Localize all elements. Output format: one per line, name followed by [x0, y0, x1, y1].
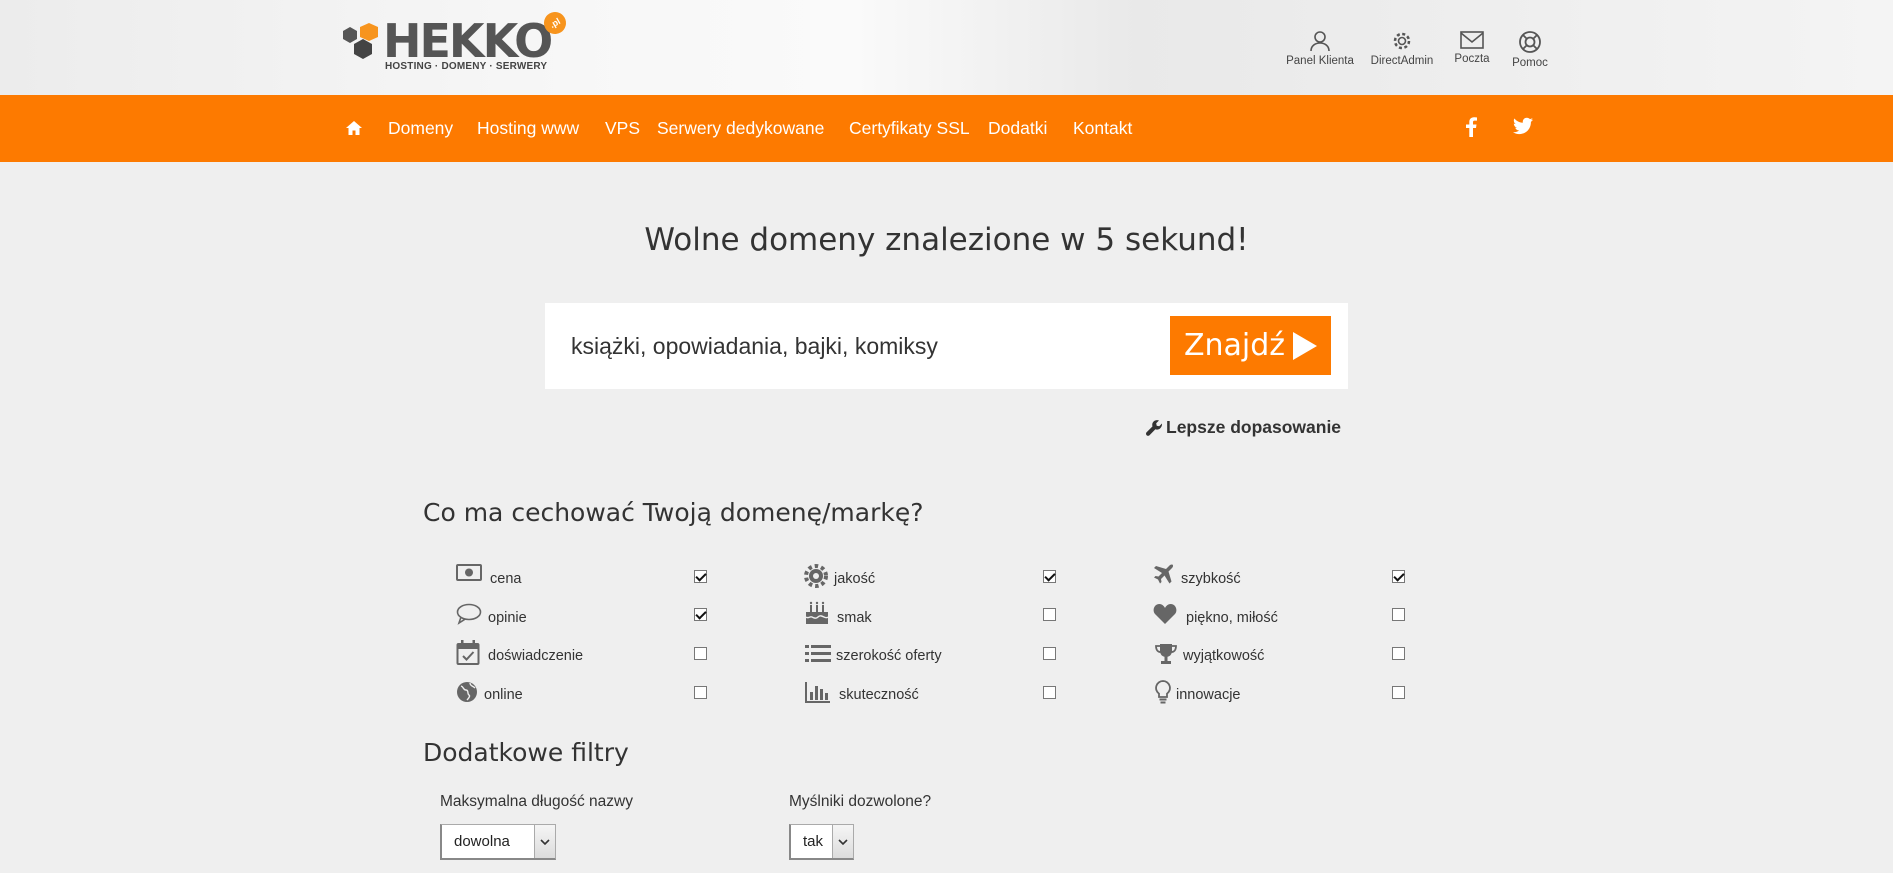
pomoc-link[interactable]: Pomoc — [1510, 30, 1550, 75]
feature-checkbox-online[interactable] — [694, 686, 707, 699]
feature-label-piekno: piękno, miłość — [1186, 610, 1278, 626]
feature-label-innowacje: innowacje — [1176, 687, 1241, 703]
feature-checkbox-innowacje[interactable] — [1392, 686, 1405, 699]
feature-label-doswiadczenie: doświadczenie — [488, 648, 584, 664]
home-icon — [346, 120, 362, 135]
search-button-label: Znajdź — [1183, 328, 1286, 363]
feature-label-cena: cena — [490, 571, 522, 587]
banknote-icon — [456, 563, 482, 589]
facebook-icon — [1466, 117, 1477, 137]
feature-label-szerokosc: szerokość oferty — [836, 648, 942, 664]
max-length-select[interactable]: dowolna — [440, 824, 556, 860]
nav-hosting[interactable]: Hosting www — [477, 95, 579, 162]
domain-search-box: Znajdź — [545, 303, 1348, 389]
trophy-icon — [1154, 643, 1180, 669]
better-match-label: Lepsze dopasowanie — [1166, 417, 1342, 437]
feature-checkbox-jakosc[interactable] — [1043, 570, 1056, 583]
search-button[interactable]: Znajdź — [1170, 316, 1331, 375]
nav-vps[interactable]: VPS — [605, 95, 640, 162]
plane-icon — [1153, 564, 1179, 590]
features-title: Co ma cechować Twoją domenę/markę? — [423, 498, 924, 527]
feature-checkbox-szybkosc[interactable] — [1392, 570, 1405, 583]
feature-label-smak: smak — [837, 610, 872, 626]
util-label: Poczta — [1454, 53, 1490, 65]
feature-label-szybkosc: szybkość — [1181, 571, 1241, 587]
nav-kontakt[interactable]: Kontakt — [1073, 95, 1132, 162]
feature-checkbox-piekno[interactable] — [1392, 608, 1405, 621]
domain-search-input[interactable] — [571, 323, 1151, 369]
util-label: DirectAdmin — [1370, 55, 1434, 67]
feature-checkbox-smak[interactable] — [1043, 608, 1056, 621]
chevron-down-icon — [534, 825, 555, 858]
directadmin-link[interactable]: DirectAdmin — [1367, 30, 1437, 75]
nav-ssl[interactable]: Certyfikaty SSL — [849, 95, 970, 162]
hero-title: Wolne domeny znalezione w 5 sekund! — [644, 222, 1249, 258]
poczta-link[interactable]: Poczta — [1452, 30, 1492, 75]
feature-label-wyjatkowosc: wyjątkowość — [1183, 648, 1265, 664]
heart-icon — [1153, 603, 1179, 629]
better-match-link[interactable]: Lepsze dopasowanie — [1146, 417, 1341, 438]
list-icon — [805, 644, 831, 670]
gear-icon — [1393, 32, 1411, 50]
max-length-label: Maksymalna długość nazwy — [440, 793, 633, 810]
feature-label-skutecznosc: skuteczność — [839, 687, 919, 703]
top-header: HEKKO .pl HOSTING · DOMENY · SERWERY Pan… — [0, 0, 1893, 95]
panel-klienta-link[interactable]: Panel Klienta — [1283, 30, 1357, 75]
brand-name: HEKKO — [383, 14, 553, 68]
hekko-logo[interactable]: HEKKO .pl HOSTING · DOMENY · SERWERY — [334, 7, 571, 72]
calendar-check-icon — [456, 640, 482, 666]
feature-label-opinie: opinie — [488, 610, 527, 626]
facebook-link[interactable] — [1465, 117, 1477, 142]
util-label: Panel Klienta — [1286, 55, 1354, 67]
feature-label-jakosc: jakość — [834, 571, 876, 587]
feature-checkbox-doswiadczenie[interactable] — [694, 647, 707, 660]
feature-checkbox-cena[interactable] — [694, 570, 707, 583]
nav-domeny[interactable]: Domeny — [388, 95, 453, 162]
hyphens-value: tak — [803, 833, 824, 850]
play-arrow-icon — [1293, 331, 1318, 360]
globe-icon — [456, 681, 482, 707]
cake-icon — [804, 600, 830, 626]
twitter-link[interactable] — [1513, 117, 1533, 140]
chevron-down-icon — [832, 825, 853, 858]
util-label: Pomoc — [1512, 57, 1548, 69]
feature-checkbox-wyjatkowosc[interactable] — [1392, 647, 1405, 660]
feature-checkbox-opinie[interactable] — [694, 608, 707, 621]
user-icon — [1310, 31, 1330, 52]
lifebuoy-icon — [1519, 31, 1541, 53]
hexagon-cluster-icon — [343, 23, 378, 59]
feature-label-online: online — [484, 687, 523, 703]
nav-serwery[interactable]: Serwery dedykowane — [657, 95, 824, 162]
speech-bubble-icon — [456, 603, 482, 629]
nav-dodatki[interactable]: Dodatki — [988, 95, 1047, 162]
cog-icon — [804, 564, 830, 590]
hyphens-select[interactable]: tak — [789, 824, 854, 860]
wrench-icon — [1146, 420, 1163, 436]
envelope-icon — [1460, 31, 1484, 49]
filters-title: Dodatkowe filtry — [423, 738, 629, 767]
hyphens-label: Myślniki dozwolone? — [789, 793, 932, 810]
max-length-value: dowolna — [454, 833, 510, 850]
nav-home[interactable] — [345, 95, 363, 162]
twitter-icon — [1513, 117, 1533, 135]
bar-chart-icon — [805, 681, 831, 707]
feature-checkbox-skutecznosc[interactable] — [1043, 686, 1056, 699]
feature-checkbox-szerokosc[interactable] — [1043, 647, 1056, 660]
brand-tagline: HOSTING · DOMENY · SERWERY — [385, 61, 548, 72]
main-nav: Domeny Hosting www VPS Serwery dedykowan… — [0, 95, 1893, 162]
